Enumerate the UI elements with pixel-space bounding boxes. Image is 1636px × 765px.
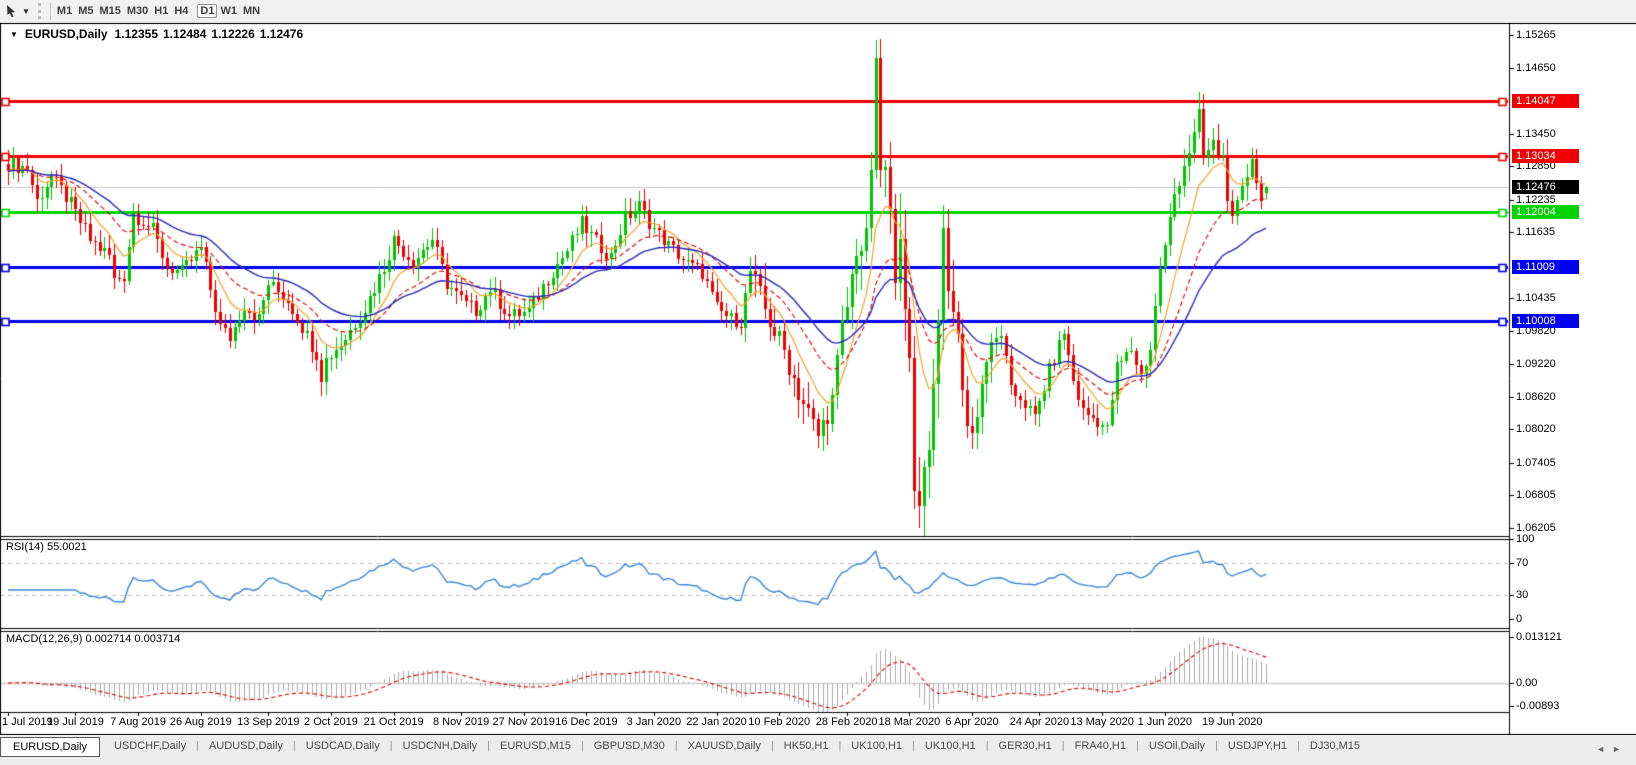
- rsi-tick-label: 0: [1516, 613, 1523, 625]
- toolbar: ▼ M1 M5 M15 M30 H1 H4 D1 W1 MN: [0, 0, 1636, 23]
- chart-header: ▼ EURUSD,Daily 1.12355 1.12484 1.12226 1…: [10, 27, 303, 41]
- macd-tick-label: 0.013121: [1516, 631, 1562, 643]
- toolbar-separator: [49, 2, 51, 20]
- date-label: 16 Dec 2019: [555, 716, 618, 728]
- rsi-tick-label: 100: [1516, 533, 1535, 545]
- symbol-label: EURUSD,Daily: [24, 27, 108, 41]
- price-line-badge: 1.12004: [1512, 205, 1579, 220]
- tab-gbpusd-m30[interactable]: GBPUSD,M30: [584, 737, 675, 755]
- date-label: 22 Jan 2020: [686, 716, 747, 728]
- date-label: 28 Feb 2020: [815, 716, 878, 728]
- tab-scroll-arrows: ◄►: [1596, 744, 1628, 754]
- tab-scroll-left-icon[interactable]: ◄: [1596, 744, 1612, 754]
- price-tick-label: 1.12235: [1516, 193, 1556, 206]
- mt4-window: ▼ M1 M5 M15 M30 H1 H4 D1 W1 MN ▼ EURUSD,Daily 1.…: [0, 0, 1636, 765]
- dropdown-caret-icon[interactable]: ▼: [22, 7, 30, 16]
- price-tick-label: 1.06805: [1516, 489, 1556, 502]
- tab-usdchf-daily[interactable]: USDCHF,Daily: [104, 737, 196, 755]
- rsi-tick-label: 30: [1516, 589, 1529, 601]
- tab-audusd-daily[interactable]: AUDUSD,Daily: [199, 737, 293, 755]
- rsi-value: 55.0021: [46, 541, 87, 553]
- price-tick-label: 1.11635: [1516, 226, 1555, 239]
- date-label: 6 Apr 2020: [945, 716, 999, 728]
- tab-dj30-m15[interactable]: DJ30,M15: [1300, 737, 1370, 755]
- price-tick-label: 1.13450: [1516, 127, 1556, 140]
- date-label: 19 Jun 2020: [1201, 716, 1263, 728]
- timeframe-button-m5[interactable]: M5: [75, 4, 96, 18]
- date-label: 8 Nov 2019: [432, 716, 490, 728]
- timeframe-button-w1[interactable]: W1: [217, 4, 240, 18]
- tab-usoil-daily[interactable]: USOil,Daily: [1139, 737, 1215, 755]
- macd-tick-label: -0.00893: [1516, 700, 1560, 712]
- timeframe-button-h1[interactable]: H1: [151, 4, 171, 18]
- ohlc-values: 1.12355 1.12484 1.12226 1.12476: [115, 27, 304, 41]
- tab-usdcnh-daily[interactable]: USDCNH,Daily: [393, 737, 488, 755]
- date-label: 1 Jul 2019: [2, 716, 53, 728]
- ohlc-high: 1.12484: [163, 27, 207, 41]
- ohlc-close: 1.12476: [259, 27, 304, 41]
- price-line-badge: 1.13034: [1512, 149, 1579, 164]
- toolbar-grip[interactable]: [37, 3, 41, 19]
- ohlc-open: 1.12355: [114, 27, 158, 41]
- tab-ger30-h1[interactable]: GER30,H1: [989, 737, 1062, 755]
- macd-indicator-label: MACD(12,26,9) 0.002714 0.003714: [6, 633, 180, 645]
- collapse-triangle-icon[interactable]: ▼: [10, 30, 18, 39]
- date-label: 26 Aug 2019: [169, 716, 232, 728]
- ohlc-low: 1.12226: [211, 27, 255, 41]
- date-label: 3 Jan 2020: [626, 716, 682, 728]
- date-label: 21 Oct 2019: [363, 716, 424, 728]
- tab-xauusd-daily[interactable]: XAUUSD,Daily: [678, 737, 771, 755]
- date-label: 18 Mar 2020: [878, 716, 941, 728]
- date-label: 2 Oct 2019: [304, 716, 358, 728]
- price-chart-canvas[interactable]: [0, 23, 1636, 735]
- tab-bar: EURUSD,Daily USDCHF,Daily | AUDUSD,Daily | US…: [0, 735, 1636, 765]
- tab-list: EURUSD,Daily USDCHF,Daily | AUDUSD,Daily | US…: [0, 735, 1370, 757]
- macd-name: MACD(12,26,9): [6, 633, 83, 645]
- tab-eurusd-m15[interactable]: EURUSD,M15: [490, 737, 581, 755]
- date-label: 19 Jul 2019: [47, 716, 104, 728]
- rsi-name: RSI(14): [6, 541, 44, 553]
- timeframe-button-d1[interactable]: D1: [197, 4, 218, 18]
- date-label: 13 Sep 2019: [237, 716, 300, 728]
- macd-tick-label: 0.00: [1516, 677, 1538, 689]
- rsi-tick-label: 70: [1516, 557, 1529, 569]
- price-current-badge: 1.12476: [1512, 179, 1579, 194]
- date-label: 24 Apr 2020: [1009, 716, 1070, 728]
- price-tick-label: 1.08620: [1516, 390, 1556, 403]
- timeframe-button-m30[interactable]: M30: [124, 4, 151, 18]
- price-line-badge: 1.11009: [1512, 259, 1579, 274]
- price-tick-label: 1.15265: [1516, 29, 1556, 41]
- timeframe-button-h4[interactable]: H4: [171, 4, 191, 18]
- price-tick-label: 1.10435: [1516, 291, 1556, 304]
- date-label: 7 Aug 2019: [110, 716, 166, 728]
- chart-cursor-tool-icon[interactable]: [3, 3, 21, 19]
- timeframe-buttons: M1 M5 M15 M30 H1 H4 D1 W1 MN: [54, 1, 269, 21]
- price-line-badge: 1.14047: [1512, 94, 1579, 109]
- tab-fra40-h1[interactable]: FRA40,H1: [1065, 737, 1136, 755]
- date-label: 13 May 2020: [1070, 716, 1134, 728]
- macd-values: 0.002714 0.003714: [85, 633, 181, 645]
- timeframe-button-mn[interactable]: MN: [240, 4, 263, 18]
- tab-usdjpy-h1[interactable]: USDJPY,H1: [1218, 737, 1297, 755]
- date-label: 27 Nov 2019: [492, 716, 555, 728]
- date-label: 1 Jun 2020: [1137, 716, 1193, 728]
- price-tick-label: 1.14650: [1516, 62, 1556, 75]
- price-tick-label: 1.09220: [1516, 357, 1556, 370]
- tab-eurusd-daily[interactable]: EURUSD,Daily: [0, 737, 100, 757]
- date-label: 10 Feb 2020: [748, 716, 811, 728]
- tab-uk100-h1[interactable]: UK100,H1: [915, 737, 986, 755]
- tab-scroll-right-icon[interactable]: ►: [1612, 744, 1628, 754]
- tab-uk100-h1[interactable]: UK100,H1: [841, 737, 912, 755]
- price-tick-label: 1.08020: [1516, 423, 1556, 436]
- timeframe-button-m1[interactable]: M1: [54, 4, 75, 18]
- price-line-badge: 1.10008: [1512, 314, 1579, 329]
- rsi-indicator-label: RSI(14) 55.0021: [6, 541, 87, 553]
- price-tick-label: 1.07405: [1516, 456, 1556, 469]
- tab-usdcad-daily[interactable]: USDCAD,Daily: [296, 737, 390, 755]
- timeframe-button-m15[interactable]: M15: [96, 4, 123, 18]
- tab-hk50-h1[interactable]: HK50,H1: [774, 737, 839, 755]
